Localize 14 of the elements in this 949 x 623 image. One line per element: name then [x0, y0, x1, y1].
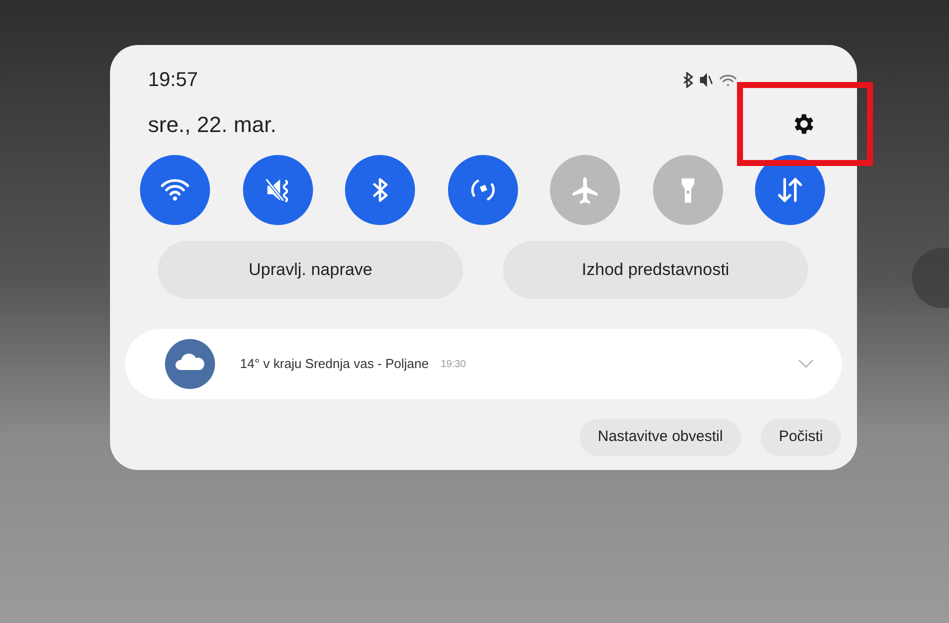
shortcut-button[interactable]: Upravlj. naprave: [158, 241, 463, 299]
date: sre., 22. mar.: [148, 110, 276, 138]
notification-text: 14° v kraju Srednja vas - Poljane: [240, 355, 429, 374]
shortcut-button[interactable]: Izhod predstavnosti: [503, 241, 808, 299]
notification-action-button[interactable]: Nastavitve obvestil: [580, 419, 741, 456]
wifi-icon: [719, 74, 737, 86]
muted-speaker-icon: [699, 72, 713, 88]
notification-action-button[interactable]: Počisti: [760, 419, 841, 456]
edit-handle[interactable]: [912, 248, 949, 308]
notification-card[interactable]: 14° v kraju Srednja vas - Poljane 19:30: [125, 329, 842, 399]
clock: 19:57: [148, 68, 198, 93]
notification-time: 19:30: [440, 358, 466, 372]
bluetooth-icon: [683, 72, 693, 88]
cloud-icon: [165, 339, 215, 389]
